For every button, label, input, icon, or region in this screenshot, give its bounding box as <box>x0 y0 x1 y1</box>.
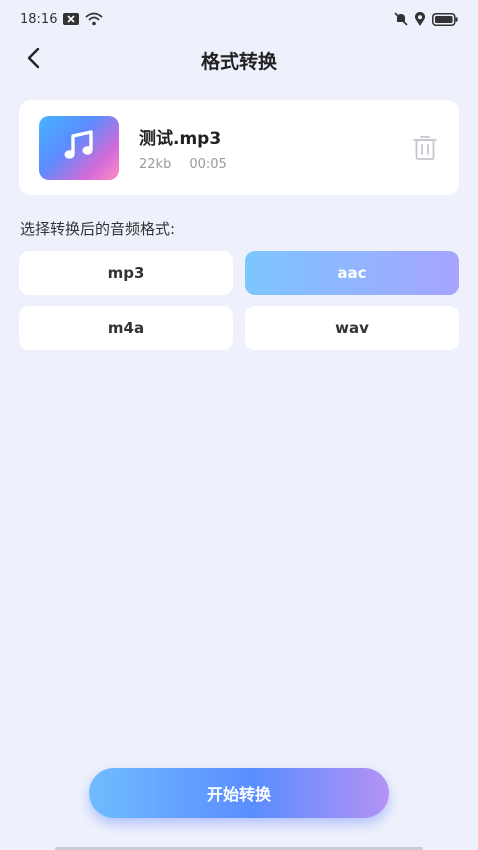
format-option-m4a[interactable]: m4a <box>19 306 233 350</box>
file-size: 22kb <box>139 157 172 172</box>
delete-button[interactable] <box>411 134 439 162</box>
header: 格式转换 <box>0 40 478 80</box>
format-section-label: 选择转换后的音频格式: <box>20 220 176 238</box>
back-button[interactable] <box>18 44 50 76</box>
status-right <box>394 12 458 26</box>
start-convert-button[interactable]: 开始转换 <box>89 768 389 818</box>
file-duration: 00:05 <box>189 157 227 172</box>
status-left: 18:16 <box>20 11 104 27</box>
location-icon <box>414 12 426 26</box>
status-bar: 18:16 <box>0 0 478 38</box>
format-option-aac[interactable]: aac <box>245 251 459 295</box>
file-card[interactable]: 测试.mp3 22kb 00:05 <box>19 100 459 195</box>
file-thumbnail <box>39 116 119 180</box>
music-note-icon <box>61 128 97 168</box>
chevron-left-icon <box>24 46 44 74</box>
format-option-wav[interactable]: wav <box>245 306 459 350</box>
format-options: mp3 aac m4a wav <box>19 251 459 350</box>
page-title: 格式转换 <box>200 50 277 73</box>
status-time: 18:16 <box>20 11 58 27</box>
mute-icon <box>394 12 408 26</box>
file-name: 测试.mp3 <box>139 129 222 149</box>
format-option-mp3[interactable]: mp3 <box>19 251 233 295</box>
trash-icon <box>411 136 439 166</box>
file-meta: 22kb 00:05 <box>139 157 227 172</box>
wifi-icon <box>85 12 104 26</box>
notification-icon <box>63 13 80 25</box>
battery-icon <box>432 12 458 26</box>
